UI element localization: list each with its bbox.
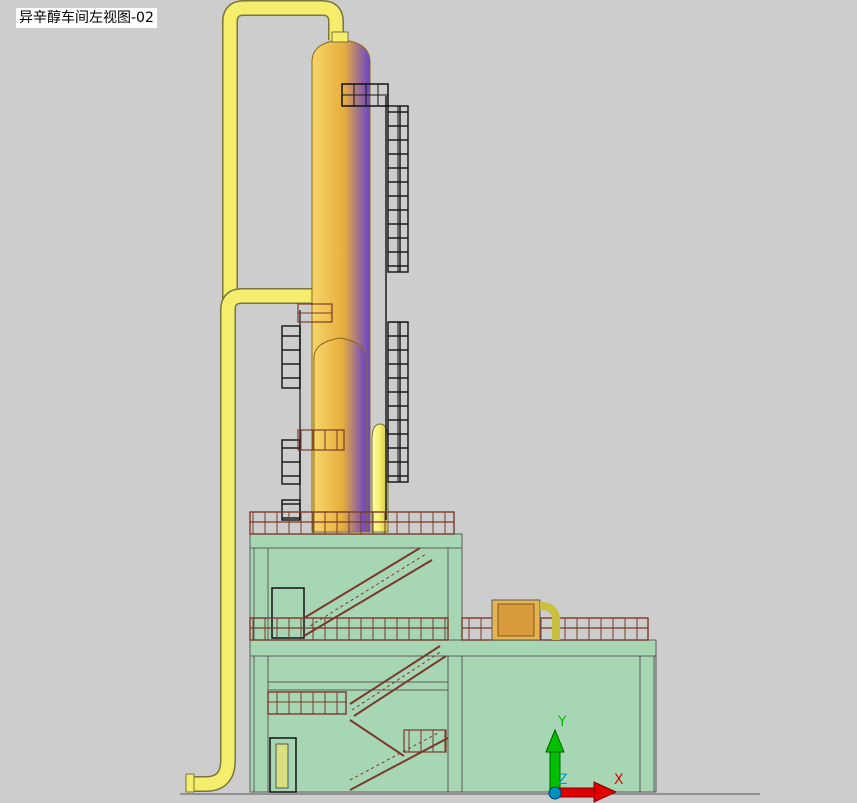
- first-floor-railing: [267, 691, 347, 715]
- roof-railing: [249, 511, 455, 535]
- ucs-y-label: Y: [557, 714, 567, 730]
- column-ladder-lower: [387, 321, 409, 483]
- ucs-x-label: X: [614, 772, 624, 788]
- process-building[interactable]: [249, 533, 657, 793]
- plant-drawing[interactable]: Y X Z: [0, 0, 857, 803]
- ucs-z-label: Z: [558, 772, 568, 788]
- cad-viewport[interactable]: 异辛醇车间左视图-02 Y X Z: [0, 0, 857, 803]
- door-lower[interactable]: [269, 737, 297, 793]
- column-ladder-upper: [387, 105, 409, 273]
